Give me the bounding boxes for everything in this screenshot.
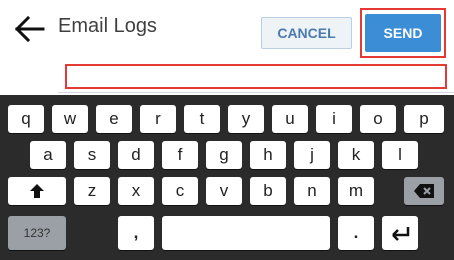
key-w[interactable]: w	[52, 105, 88, 133]
key-l[interactable]: l	[382, 141, 418, 169]
back-button[interactable]	[13, 12, 47, 46]
key-c[interactable]: c	[162, 177, 198, 205]
key-z[interactable]: z	[74, 177, 110, 205]
enter-key[interactable]	[382, 216, 418, 250]
key-j[interactable]: j	[294, 141, 330, 169]
key-o[interactable]: o	[360, 105, 396, 133]
key-p[interactable]: p	[404, 105, 444, 133]
key-f[interactable]: f	[162, 141, 198, 169]
key-x[interactable]: x	[118, 177, 154, 205]
arrow-left-icon	[14, 15, 45, 43]
key-m[interactable]: m	[338, 177, 374, 205]
backspace-icon	[414, 184, 434, 198]
comma-key[interactable]: ,	[118, 216, 154, 250]
space-key[interactable]	[162, 216, 330, 250]
key-h[interactable]: h	[250, 141, 286, 169]
send-button[interactable]: SEND	[365, 14, 441, 52]
key-a[interactable]: a	[30, 141, 66, 169]
key-s[interactable]: s	[74, 141, 110, 169]
backspace-key[interactable]	[404, 177, 444, 205]
field-underline	[58, 92, 454, 93]
key-r[interactable]: r	[140, 105, 176, 133]
key-i[interactable]: i	[316, 105, 352, 133]
email-field[interactable]	[65, 64, 447, 89]
page-title: Email Logs	[58, 15, 157, 37]
symbols-key[interactable]: 123?	[8, 216, 66, 250]
key-n[interactable]: n	[294, 177, 330, 205]
key-b[interactable]: b	[250, 177, 286, 205]
key-u[interactable]: u	[272, 105, 308, 133]
key-q[interactable]: q	[8, 105, 44, 133]
key-e[interactable]: e	[96, 105, 132, 133]
key-v[interactable]: v	[206, 177, 242, 205]
cancel-button[interactable]: CANCEL	[261, 17, 352, 49]
shift-key[interactable]	[8, 177, 66, 205]
key-g[interactable]: g	[206, 141, 242, 169]
key-k[interactable]: k	[338, 141, 374, 169]
period-key[interactable]: .	[338, 216, 374, 250]
onscreen-keyboard: q w e r t y u i o p a s d f g h j k l z …	[0, 95, 454, 260]
key-t[interactable]: t	[184, 105, 220, 133]
app-header: Email Logs CANCEL SEND	[0, 0, 454, 95]
key-d[interactable]: d	[118, 141, 154, 169]
enter-return-icon	[392, 227, 410, 241]
shift-arrow-icon	[30, 184, 44, 198]
key-y[interactable]: y	[228, 105, 264, 133]
